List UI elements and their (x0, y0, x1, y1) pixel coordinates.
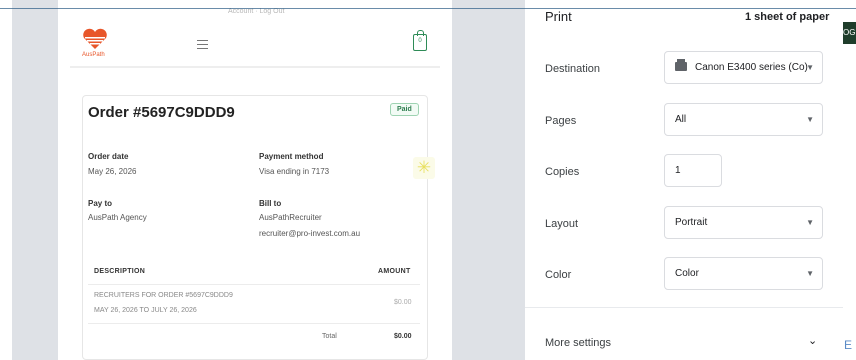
cart-bag-icon[interactable]: 0 (413, 30, 427, 51)
panel-divider (525, 307, 843, 308)
color-label: Color (545, 269, 572, 281)
pages-select[interactable]: All ▼ (664, 103, 823, 136)
chevron-down-icon[interactable]: ⌄ (808, 334, 817, 347)
line-item-period: MAY 26, 2026 TO JULY 26, 2026 (94, 307, 197, 314)
layout-label: Layout (545, 218, 579, 230)
amount-header: AMOUNT (378, 268, 411, 275)
print-title: Print (545, 9, 572, 24)
payment-method-label: Payment method (259, 152, 324, 161)
table-divider (88, 284, 420, 285)
account-links: Account · Log Out (228, 8, 285, 15)
right-window-edge (843, 0, 856, 360)
color-value: Color (675, 268, 699, 279)
chevron-down-icon: ▼ (806, 63, 814, 72)
pages-label: Pages (545, 115, 577, 127)
table-divider (88, 323, 420, 324)
edge-green-bar: OG (843, 22, 856, 44)
copies-input[interactable]: 1 (664, 154, 722, 187)
color-select[interactable]: Color ▼ (664, 257, 823, 290)
cart-count: 0 (418, 38, 422, 44)
status-badge: Paid (390, 103, 419, 116)
sparkle-icon[interactable]: ✳ (413, 157, 435, 179)
order-card (82, 95, 428, 360)
pay-to-value: AusPath Agency (88, 213, 147, 222)
bill-to-label: Bill to (259, 199, 282, 208)
left-window-edge (0, 0, 12, 360)
order-title: Order #5697C9DDD9 (88, 104, 235, 121)
sheet-count: 1 sheet of paper (745, 11, 830, 23)
more-settings-toggle[interactable]: More settings (545, 337, 611, 349)
printer-icon (675, 59, 687, 71)
line-item-amount: $0.00 (394, 299, 412, 306)
menu-icon[interactable] (197, 40, 208, 52)
edge-letter: E (844, 338, 853, 352)
bill-to-name: AusPathRecruiter (259, 213, 322, 222)
pages-value: All (675, 114, 687, 125)
order-date-value: May 26, 2026 (88, 167, 137, 176)
total-amount: $0.00 (394, 333, 412, 340)
brand-name: AusPath (82, 52, 105, 58)
copies-label: Copies (545, 166, 580, 178)
destination-label: Destination (545, 63, 601, 75)
total-label: Total (322, 333, 337, 340)
order-date-label: Order date (88, 152, 129, 161)
bill-to-email: recruiter@pro-invest.com.au (259, 229, 361, 238)
description-header: DESCRIPTION (94, 268, 146, 275)
chevron-down-icon: ▼ (806, 269, 814, 278)
chevron-down-icon: ▼ (806, 115, 814, 124)
payment-method-value: Visa ending in 7173 (259, 167, 330, 176)
layout-select[interactable]: Portrait ▼ (664, 206, 823, 239)
header-divider (70, 66, 440, 68)
line-item-description: RECRUITERS FOR ORDER #5697C9DDD9 (94, 292, 233, 299)
destination-value: Canon E3400 series (Co) (695, 62, 808, 73)
top-window-line (0, 8, 856, 9)
chevron-down-icon: ▼ (806, 218, 814, 227)
layout-value: Portrait (675, 217, 708, 228)
pay-to-label: Pay to (88, 199, 113, 208)
destination-select[interactable]: Canon E3400 series (Co) ▼ (664, 51, 823, 84)
auspath-logo-icon (83, 28, 107, 49)
